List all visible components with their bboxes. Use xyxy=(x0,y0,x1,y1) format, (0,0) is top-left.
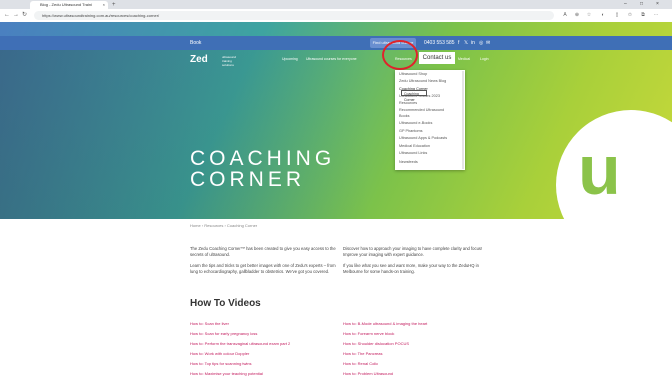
maximize-button[interactable]: □ xyxy=(640,0,643,9)
intro-paragraph-3: Discover how to approach your imaging to… xyxy=(343,246,483,257)
browser-chrome: Blog - Zedu Ultrasound Traini × + – □ × … xyxy=(0,0,672,23)
video-link[interactable]: How to: The Pancreas xyxy=(343,351,383,356)
dropdown-item[interactable]: Newsfeeds xyxy=(399,160,418,165)
nav-courses[interactable]: Ultrasound courses for everyone xyxy=(306,57,357,61)
minimize-button[interactable]: – xyxy=(624,0,627,9)
favorites-icon[interactable]: ✩ xyxy=(627,12,633,18)
address-row: ← → ↻ https://www.ultrasoundtraining.com… xyxy=(0,9,672,23)
read-aloud-icon[interactable]: A xyxy=(562,12,568,18)
tooltip: Coaching Corner xyxy=(401,90,427,102)
reload-icon[interactable]: ↻ xyxy=(22,11,27,20)
hero-banner: u COACHING CORNER xyxy=(0,22,672,219)
tab-bar: Blog - Zedu Ultrasound Traini × + – □ × xyxy=(0,0,672,9)
nav-upcoming[interactable]: Upcoming xyxy=(282,57,298,61)
dropdown-item[interactable]: Medical Education xyxy=(399,144,430,149)
new-tab-button[interactable]: + xyxy=(112,1,116,9)
page-title-line2: CORNER xyxy=(190,168,306,191)
nav-login[interactable]: Login xyxy=(480,57,489,61)
menu-icon[interactable]: ⋯ xyxy=(653,12,659,18)
phone-number[interactable]: 0403 553 585 xyxy=(424,39,455,47)
intro-paragraph-1: The Zedu Coaching Corner™ has been creat… xyxy=(190,246,336,257)
dropdown-item[interactable]: Ultrasound Shop xyxy=(399,72,427,77)
close-window-button[interactable]: × xyxy=(656,0,659,9)
site-logo[interactable]: Zed xyxy=(190,54,208,65)
video-link[interactable]: How to: Problem Ultrasound xyxy=(343,371,393,376)
video-link[interactable]: How to: B-Mode ultrasound & imaging the … xyxy=(343,321,427,326)
email-icon[interactable]: ✉ xyxy=(486,39,490,47)
dropdown-scrollbar[interactable] xyxy=(462,71,464,169)
extension-icon[interactable]: ◐ xyxy=(600,12,606,18)
video-link[interactable]: How to: Work with colour Doppler xyxy=(190,351,249,356)
brand-u-glyph: u xyxy=(578,131,621,209)
address-bar[interactable]: https://www.ultrasoundtraining.com.au/re… xyxy=(34,11,554,20)
dropdown-item[interactable]: GP Phantoms xyxy=(399,129,423,134)
back-icon[interactable]: ← xyxy=(4,11,10,20)
video-link[interactable]: How to: Scan for early pregnancy loss xyxy=(190,331,257,336)
logo-tagline: ultrasound training solutions xyxy=(222,55,237,67)
dropdown-item[interactable]: Recommended Ultrasound xyxy=(399,108,444,113)
topbar-book-link[interactable]: Book xyxy=(190,39,201,47)
dropdown-item[interactable]: Zedu Ultrasound News Blog xyxy=(399,79,446,84)
tab-close-icon[interactable]: × xyxy=(103,1,105,9)
nav-contact-us[interactable]: Contact us xyxy=(419,52,455,64)
nav-medical[interactable]: Medical xyxy=(458,57,470,61)
video-link[interactable]: How to: Perform the transvaginal ultraso… xyxy=(190,341,290,346)
forward-icon[interactable]: → xyxy=(13,11,19,20)
resources-dropdown: Ultrasound Shop Zedu Ultrasound News Blo… xyxy=(395,70,465,170)
breadcrumb[interactable]: Home › Resources › Coaching Corner xyxy=(190,223,257,228)
intro-paragraph-4: If you like what you see and want more, … xyxy=(343,263,479,274)
video-link[interactable]: How to: Forearm nerve block xyxy=(343,331,394,336)
split-screen-icon[interactable]: ▯ xyxy=(614,12,620,18)
top-bar: Book Find ultrasound course 0403 553 585… xyxy=(0,36,672,50)
web-page: u COACHING CORNER Book Find ultrasound c… xyxy=(0,22,672,379)
zoom-icon[interactable]: ⊕ xyxy=(574,12,580,18)
browser-tab[interactable]: Blog - Zedu Ultrasound Traini × xyxy=(30,1,108,9)
intro-paragraph-2: Learn the tips and tricks to get better … xyxy=(190,263,336,274)
dropdown-item[interactable]: Books xyxy=(399,114,410,119)
star-icon[interactable]: ☆ xyxy=(586,12,592,18)
how-to-videos-heading: How To Videos xyxy=(190,298,261,309)
collections-icon[interactable]: ⧉ xyxy=(640,12,646,18)
linkedin-icon[interactable]: in xyxy=(471,39,475,47)
instagram-icon[interactable]: ◎ xyxy=(479,39,483,47)
facebook-icon[interactable]: f xyxy=(458,39,459,47)
twitter-icon[interactable]: 𝕏 xyxy=(464,39,468,47)
highlight-circle xyxy=(382,40,418,70)
dropdown-item[interactable]: Ultrasound Links xyxy=(399,151,427,156)
video-link[interactable]: How to: Shoulder dislocation POCUS xyxy=(343,341,409,346)
video-link[interactable]: How to: Scan the liver xyxy=(190,321,229,326)
video-link[interactable]: How to: Renal Colic xyxy=(343,361,378,366)
tab-title: Blog - Zedu Ultrasound Traini xyxy=(40,2,93,7)
video-link[interactable]: How to: Maximise your teaching potential xyxy=(190,371,263,376)
video-link[interactable]: How to: Top tips for scanning twins xyxy=(190,361,252,366)
dropdown-item[interactable]: Ultrasound e-Books xyxy=(399,121,432,126)
dropdown-item[interactable]: Ultrasound Apps & Podcasts xyxy=(399,136,447,141)
